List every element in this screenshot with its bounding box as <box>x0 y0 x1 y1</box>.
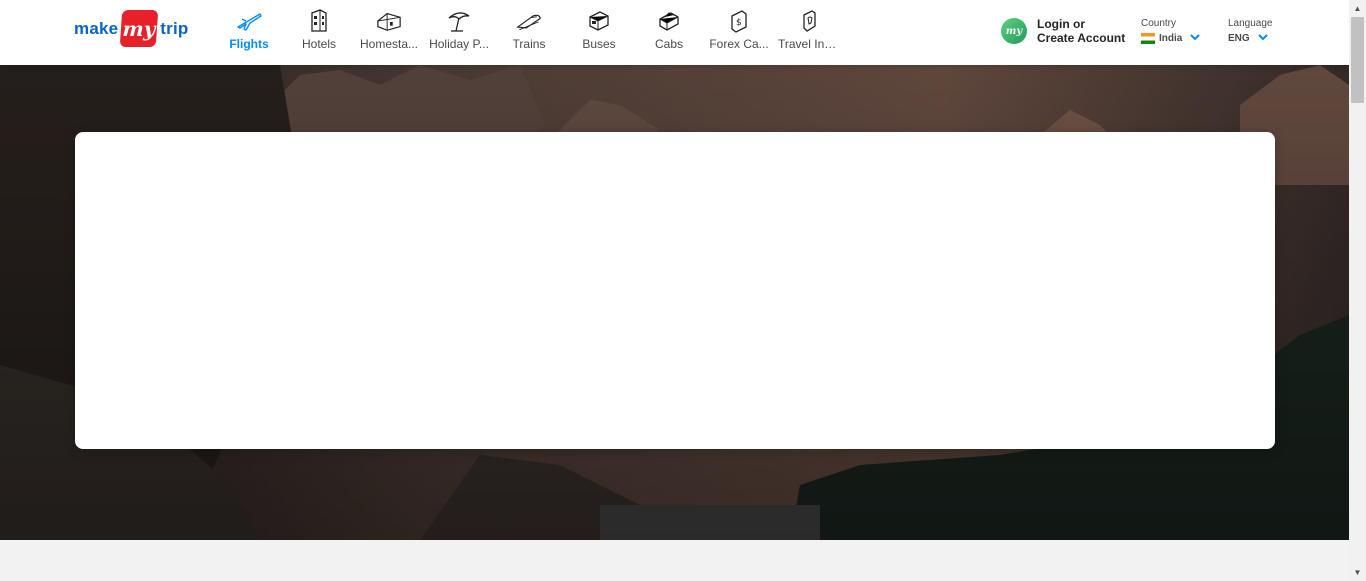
hotel-icon <box>306 9 332 33</box>
language-caption: Language <box>1228 18 1273 29</box>
nav-item-flights[interactable]: Flights <box>214 0 284 65</box>
login-line1: Login or <box>1037 17 1085 31</box>
country-name: India <box>1159 33 1183 44</box>
login-line2: Create Account <box>1037 31 1126 45</box>
forex-icon: $ <box>726 9 752 33</box>
page: make my trip Flights Hotels Homesta... H… <box>0 0 1349 581</box>
country-value: India <box>1141 33 1201 44</box>
logo-badge-my: my <box>119 10 159 47</box>
logo-word-make: make <box>74 18 119 38</box>
svg-text:$: $ <box>736 18 742 28</box>
homestay-icon <box>376 9 402 33</box>
chevron-down-icon <box>1190 33 1201 44</box>
nav-item-travel-insurance[interactable]: Travel Ins... <box>774 0 844 65</box>
scrollbar-thumb[interactable] <box>1351 17 1364 103</box>
nav-item-forex[interactable]: $ Forex Ca... <box>704 0 774 65</box>
nav-label: Forex Ca... <box>709 37 769 51</box>
logo-word-trip: trip <box>160 18 189 38</box>
nav-item-cabs[interactable]: Cabs <box>634 0 704 65</box>
search-widget-card[interactable] <box>75 132 1275 449</box>
nav-label: Cabs <box>654 37 683 51</box>
india-flag-icon <box>1141 33 1155 44</box>
top-header: make my trip Flights Hotels Homesta... H… <box>0 0 1349 65</box>
login-text: Login or Create Account <box>1037 17 1125 45</box>
nav-label: Homesta... <box>359 37 419 51</box>
page-content-area <box>0 540 1349 581</box>
insurance-icon <box>796 9 822 33</box>
holiday-package-icon <box>446 9 472 33</box>
flight-icon <box>236 9 262 33</box>
nav-item-homestays[interactable]: Homesta... <box>354 0 424 65</box>
main-nav: Flights Hotels Homesta... Holiday P... T… <box>214 0 844 65</box>
nav-label: Flights <box>229 37 269 51</box>
train-icon <box>516 9 542 33</box>
nav-item-hotels[interactable]: Hotels <box>284 0 354 65</box>
makemytrip-logo[interactable]: make my trip <box>74 10 188 47</box>
scroll-up-arrow-icon[interactable]: ▲ <box>1349 0 1366 17</box>
nav-label: Travel Ins... <box>778 37 840 51</box>
country-caption: Country <box>1141 18 1177 29</box>
scroll-down-arrow-icon[interactable]: ▼ <box>1349 564 1366 581</box>
bus-icon <box>586 9 612 33</box>
nav-label: Buses <box>582 37 616 51</box>
language-selector[interactable]: Language ENG <box>1228 18 1273 44</box>
cab-icon <box>656 9 682 33</box>
vertical-scrollbar[interactable]: ▲ ▼ <box>1349 0 1366 581</box>
nav-label: Holiday P... <box>429 37 489 51</box>
nav-label: Trains <box>512 37 546 51</box>
language-value: ENG <box>1228 33 1273 44</box>
chevron-down-icon <box>1257 33 1268 44</box>
language-code: ENG <box>1228 33 1250 44</box>
nav-item-holiday-packages[interactable]: Holiday P... <box>424 0 494 65</box>
country-selector[interactable]: Country India <box>1141 18 1201 44</box>
nav-item-trains[interactable]: Trains <box>494 0 564 65</box>
mmt-avatar-icon: my <box>1001 18 1027 44</box>
login-create-account-button[interactable]: my Login or Create Account <box>1001 17 1125 45</box>
nav-item-buses[interactable]: Buses <box>564 0 634 65</box>
nav-label: Hotels <box>301 37 336 51</box>
